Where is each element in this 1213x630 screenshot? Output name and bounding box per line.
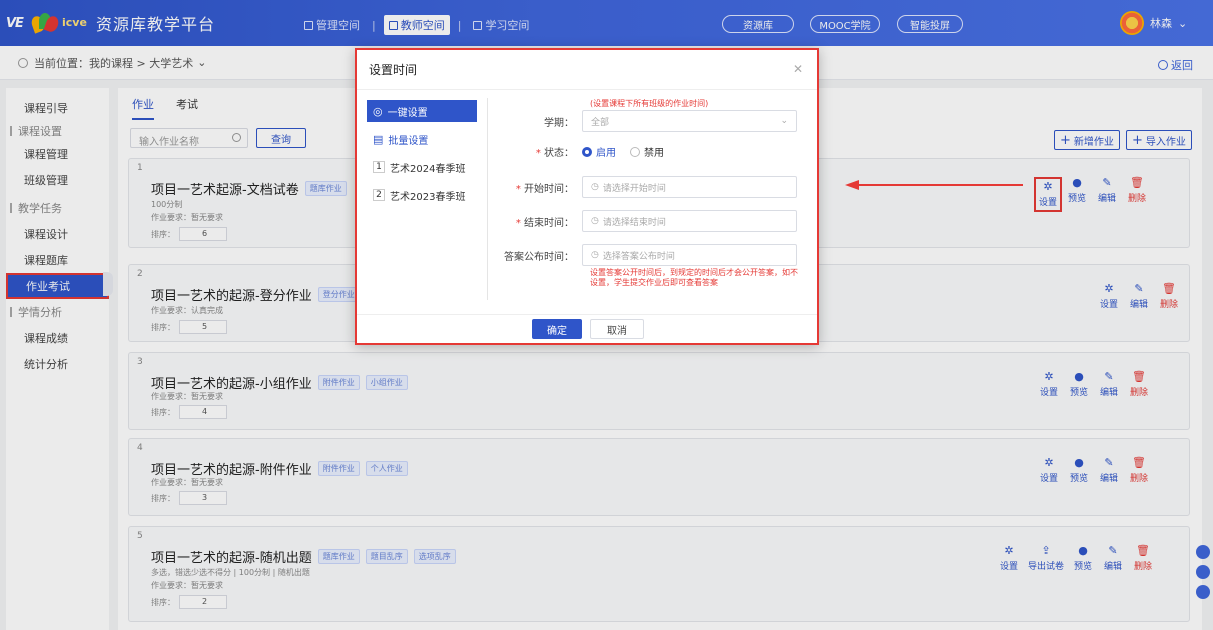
class-index: 1: [373, 161, 385, 173]
batch-setting-item[interactable]: ▤ 批量设置: [367, 128, 477, 150]
status-label: 状态：: [544, 148, 574, 159]
dialog-title: 设置时间: [357, 50, 817, 90]
annotation-arrow-icon: [845, 180, 1023, 190]
close-icon[interactable]: ✕: [793, 62, 803, 76]
divider: [487, 98, 488, 300]
radio-unchecked-icon: [630, 146, 640, 157]
term-value: 全部: [591, 117, 610, 128]
status-label-wrap: * 状态：: [535, 148, 574, 159]
class-item[interactable]: 1 艺术2024春季班: [367, 156, 477, 178]
menu-label: 艺术2023春季班: [390, 191, 466, 203]
radio-label: 禁用: [644, 148, 664, 159]
end-time-row: * 结束时间： ◷ 请选择结束时间: [497, 210, 807, 232]
confirm-button[interactable]: 确定: [532, 319, 582, 339]
target-icon: ◎: [373, 104, 383, 118]
end-label-wrap: * 结束时间：: [515, 217, 574, 229]
term-label: 学期：: [544, 117, 574, 129]
dialog-side-menu: ◎ 一键设置 ▤ 批量设置 1 艺术2024春季班 2 艺术2023春季班: [367, 100, 477, 212]
scope-hint: (设置课程下所有班级的作业时间): [590, 99, 709, 108]
batch-icon: ▤: [373, 132, 384, 146]
menu-label: 艺术2024春季班: [390, 163, 466, 175]
start-label: 开始时间：: [524, 183, 574, 195]
status-row: * 状态： 启用 禁用: [497, 144, 807, 159]
start-label-wrap: * 开始时间：: [515, 183, 574, 195]
end-placeholder: 请选择结束时间: [602, 217, 666, 228]
menu-label: 批量设置: [388, 135, 429, 147]
status-enable-radio[interactable]: 启用: [582, 144, 616, 159]
clock-icon: ◷: [591, 216, 599, 226]
clock-icon: ◷: [591, 250, 599, 260]
one-click-setting-item[interactable]: ◎ 一键设置: [367, 100, 477, 122]
class-item[interactable]: 2 艺术2023春季班: [367, 184, 477, 206]
chevron-down-icon: ⌄: [780, 116, 788, 126]
set-time-dialog: 设置时间 ✕ ◎ 一键设置 ▤ 批量设置 1 艺术2024春季班 2 艺术2023春季班…: [355, 48, 819, 345]
status-disable-radio[interactable]: 禁用: [630, 144, 664, 159]
end-time-picker[interactable]: ◷ 请选择结束时间: [582, 210, 797, 232]
answer-hint: 设置答案公开时间后，到规定的时间后才会公开答案，如不设置，学生提交作业后即可查看…: [590, 268, 798, 287]
menu-label: 一键设置: [387, 107, 428, 119]
start-time-picker[interactable]: ◷ 请选择开始时间: [582, 176, 797, 198]
radio-label: 启用: [596, 148, 616, 159]
clock-icon: ◷: [591, 182, 599, 192]
term-select[interactable]: 全部 ⌄: [582, 110, 797, 132]
answer-placeholder: 选择答案公布时间: [602, 251, 675, 262]
answer-time-picker[interactable]: ◷ 选择答案公布时间: [582, 244, 797, 266]
start-time-row: * 开始时间： ◷ 请选择开始时间: [497, 176, 807, 198]
cancel-button[interactable]: 取消: [590, 319, 644, 339]
answer-label: 答案公布时间：: [504, 251, 574, 263]
end-label: 结束时间：: [524, 217, 574, 229]
answer-time-row: 答案公布时间： ◷ 选择答案公布时间: [497, 244, 807, 266]
start-placeholder: 请选择开始时间: [602, 183, 666, 194]
term-row: 学期： 全部 ⌄: [497, 110, 807, 132]
class-index: 2: [373, 189, 385, 201]
radio-checked-icon: [582, 146, 592, 157]
dialog-footer: [357, 314, 817, 345]
